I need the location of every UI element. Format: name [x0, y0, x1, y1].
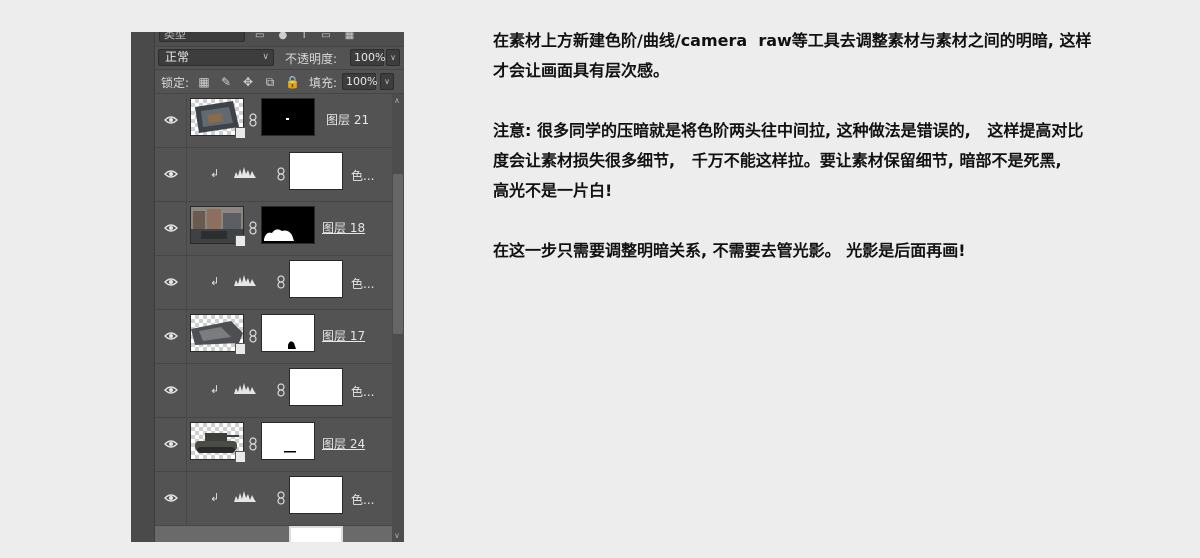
levels-icon	[234, 491, 256, 502]
smart-object-icon	[235, 235, 246, 247]
opacity-input[interactable]: 100%	[350, 49, 385, 66]
fill-dropdown-button[interactable]: ∨	[380, 73, 394, 90]
eye-icon[interactable]	[164, 384, 178, 396]
layer-mask-thumbnail[interactable]	[289, 260, 343, 298]
eye-icon[interactable]	[164, 492, 178, 504]
scrollbar-thumb[interactable]	[393, 174, 403, 334]
scroll-up-icon[interactable]: ∧	[394, 96, 400, 105]
levels-icon	[234, 275, 256, 286]
layer-thumbnail[interactable]	[190, 98, 246, 139]
layer-mask-thumbnail[interactable]	[289, 526, 343, 542]
eye-icon[interactable]	[164, 438, 178, 450]
levels-icon	[234, 383, 256, 394]
fill-label: 填充:	[309, 76, 338, 90]
layer-name[interactable]: 图层 18	[322, 219, 365, 236]
note-paragraph-2: 注意: 很多同学的压暗就是将色阶两头往中间拉, 这种做法是错误的, 这样提高对比…	[493, 121, 1084, 200]
layer-thumbnail[interactable]	[190, 422, 246, 463]
link-icon[interactable]	[249, 437, 257, 451]
blend-row: 正常 ∨ 不透明度: 100% ∨	[155, 47, 404, 70]
link-icon[interactable]	[277, 491, 285, 505]
layer-name[interactable]: 色...	[351, 275, 374, 292]
note-paragraph-1: 在素材上方新建色阶/曲线/camera raw等工具去调整素材与素材之间的明暗,…	[493, 31, 1092, 80]
layer-mask-thumbnail[interactable]	[261, 422, 315, 460]
clipping-arrow-icon: ↲	[210, 275, 220, 288]
smart-object-icon	[235, 451, 246, 463]
selected-layer-row[interactable]	[155, 526, 392, 542]
clipping-arrow-icon: ↲	[210, 383, 220, 396]
chevron-down-icon: ∨	[262, 52, 269, 62]
link-icon[interactable]	[249, 113, 257, 127]
lock-label: 锁定:	[161, 76, 190, 90]
layer-mask-thumbnail[interactable]	[261, 314, 315, 352]
layer-row[interactable]: 图层 21	[155, 94, 392, 148]
layer-name[interactable]: 图层 21	[326, 111, 369, 128]
opacity-label: 不透明度:	[285, 52, 338, 66]
lock-position-icon[interactable]: ✥	[241, 75, 255, 89]
link-icon[interactable]	[277, 167, 285, 181]
lock-artboard-icon[interactable]: ⧉	[263, 75, 277, 89]
panel-edge	[131, 32, 155, 542]
layer-name[interactable]: 图层 17	[322, 327, 365, 344]
scroll-down-icon[interactable]: ∨	[394, 531, 400, 540]
eye-icon[interactable]	[164, 330, 178, 342]
layer-mask-thumbnail[interactable]	[289, 152, 343, 190]
eye-icon[interactable]	[164, 276, 178, 288]
filter-kind-label: 类型	[164, 32, 186, 41]
link-icon[interactable]	[249, 329, 257, 343]
eye-icon[interactable]	[164, 114, 178, 126]
clipping-arrow-icon: ↲	[210, 167, 220, 180]
tutorial-notes: 在素材上方新建色阶/曲线/camera raw等工具去调整素材与素材之间的明暗,…	[493, 26, 1093, 296]
lock-image-pixels-icon[interactable]: ✎	[219, 75, 233, 89]
link-icon[interactable]	[277, 275, 285, 289]
opacity-dropdown-button[interactable]: ∨	[386, 49, 400, 66]
layer-mask-thumbnail[interactable]	[289, 368, 343, 406]
layers-scrollbar[interactable]: ∧ ∨	[392, 94, 404, 542]
filter-icons[interactable]: ▭●T▭▦	[255, 32, 368, 41]
smart-object-icon	[235, 343, 246, 355]
lock-row: 锁定: ▦ ✎ ✥ ⧉ 🔒 填充: 100% ∨	[155, 71, 404, 94]
layer-mask-thumbnail[interactable]	[261, 206, 315, 244]
layers-panel: 类型 ▭●T▭▦ 正常 ∨ 不透明度: 100% ∨ 锁定: ▦ ✎ ✥ ⧉ 🔒…	[131, 32, 404, 542]
eye-icon[interactable]	[164, 222, 178, 234]
lock-all-icon[interactable]: 🔒	[285, 75, 300, 89]
layer-row[interactable]: 图层 17	[155, 310, 392, 364]
levels-icon	[234, 167, 256, 178]
link-icon[interactable]	[277, 383, 285, 397]
fill-input[interactable]: 100%	[342, 73, 377, 90]
lock-transparent-pixels-icon[interactable]: ▦	[197, 75, 211, 89]
filter-kind-select[interactable]: 类型	[159, 32, 245, 42]
adjustment-layer-row[interactable]: ↲ 色...	[155, 364, 392, 418]
layer-name[interactable]: 色...	[351, 383, 374, 400]
layer-thumbnail[interactable]	[190, 206, 246, 247]
layer-name[interactable]: 色...	[351, 167, 374, 184]
smart-object-icon	[235, 127, 246, 139]
layer-row[interactable]: 图层 18	[155, 202, 392, 256]
layer-mask-thumbnail[interactable]	[289, 476, 343, 514]
clipping-arrow-icon: ↲	[210, 491, 220, 504]
eye-icon[interactable]	[164, 168, 178, 180]
link-icon[interactable]	[249, 221, 257, 235]
layer-thumbnail[interactable]	[190, 314, 246, 355]
adjustment-layer-row[interactable]: ↲ 色...	[155, 472, 392, 526]
blend-mode-select[interactable]: 正常 ∨	[158, 49, 274, 66]
layer-mask-thumbnail[interactable]	[261, 98, 315, 136]
layer-name[interactable]: 色...	[351, 491, 374, 508]
layer-filter-bar: 类型 ▭●T▭▦	[155, 32, 404, 47]
layer-name[interactable]: 图层 24	[322, 435, 365, 452]
adjustment-layer-row[interactable]: ↲ 色...	[155, 256, 392, 310]
layer-list: 图层 21 ↲ 色... 图层 18 ↲ 色... 图层 17 ↲ 色... 图…	[155, 94, 392, 542]
blend-mode-value: 正常	[165, 50, 190, 64]
layer-row[interactable]: 图层 24	[155, 418, 392, 472]
note-paragraph-3: 在这一步只需要调整明暗关系, 不需要去管光影。 光影是后面再画!	[493, 241, 966, 260]
adjustment-layer-row[interactable]: ↲ 色...	[155, 148, 392, 202]
